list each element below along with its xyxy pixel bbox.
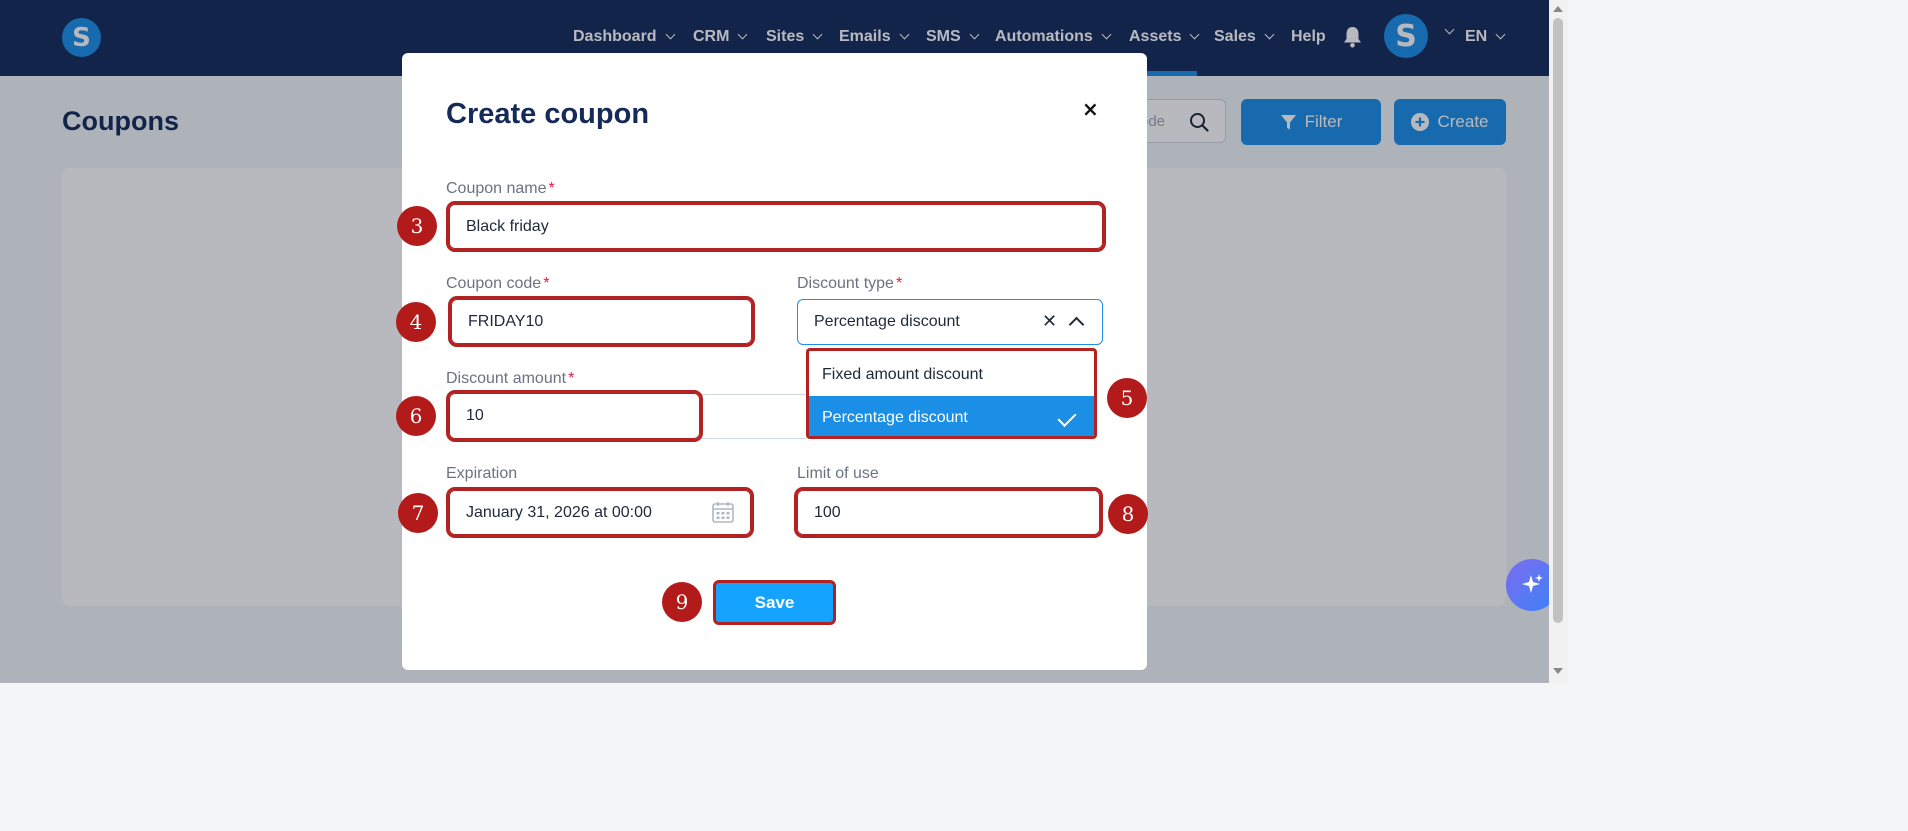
modal-title: Create coupon — [446, 98, 650, 130]
limit-of-use-label: Limit of use — [797, 465, 879, 482]
sparkle-icon — [1522, 574, 1543, 593]
coupon-name-label: Coupon name * — [446, 180, 555, 197]
scroll-up-arrow-icon[interactable] — [1553, 6, 1563, 12]
discount-amount-label: Discount amount * — [446, 370, 575, 387]
scroll-down-arrow-icon[interactable] — [1553, 668, 1563, 674]
coupon-code-value: FRIDAY10 — [468, 312, 544, 330]
discount-amount-value: 10 — [466, 407, 484, 424]
expiration-value: January 31, 2026 at 00:00 — [466, 503, 652, 521]
discount-type-select[interactable]: Percentage discount — [797, 299, 1103, 345]
required-marker: * — [548, 180, 555, 197]
expiration-field[interactable]: January 31, 2026 at 00:00 — [446, 487, 754, 538]
checkmark-icon — [1057, 407, 1077, 428]
annotation-badge: 9 — [662, 582, 702, 622]
option-label: Percentage discount — [822, 409, 968, 426]
annotation-badge: 8 — [1108, 494, 1148, 534]
save-button[interactable]: Save — [713, 580, 836, 625]
scrollbar-thumb[interactable] — [1553, 18, 1563, 623]
required-marker: * — [568, 370, 575, 387]
clear-selection-icon[interactable]: ✕ — [1042, 311, 1057, 332]
coupon-name-value: Black friday — [466, 217, 549, 235]
limit-of-use-field[interactable]: 100 — [794, 487, 1103, 538]
close-icon[interactable]: × — [1082, 97, 1099, 121]
annotation-badge: 3 — [397, 206, 437, 246]
discount-amount-field[interactable]: 10 — [446, 390, 703, 442]
option-percentage-discount[interactable]: Percentage discount — [809, 396, 1094, 436]
discount-type-label: Discount type * — [797, 275, 903, 292]
expiration-label: Expiration — [446, 465, 518, 482]
coupon-code-field[interactable]: FRIDAY10 — [448, 296, 755, 347]
annotation-badge: 5 — [1107, 378, 1147, 418]
discount-amount-field-extension — [700, 394, 810, 439]
option-fixed-amount-discount[interactable]: Fixed amount discount — [809, 353, 1094, 397]
coupon-code-label: Coupon code * — [446, 275, 550, 292]
limit-of-use-value: 100 — [814, 503, 841, 521]
discount-type-menu: Fixed amount discount Percentage discoun… — [806, 348, 1097, 439]
annotation-badge: 4 — [396, 302, 436, 342]
annotation-badge: 6 — [396, 396, 436, 436]
coupon-name-field[interactable]: Black friday — [446, 201, 1106, 252]
annotation-badge: 7 — [398, 493, 438, 533]
option-label: Fixed amount discount — [822, 366, 983, 383]
required-marker: * — [895, 275, 903, 292]
required-marker: * — [543, 275, 550, 292]
calendar-icon[interactable] — [711, 500, 735, 529]
discount-type-value: Percentage discount — [814, 313, 960, 330]
